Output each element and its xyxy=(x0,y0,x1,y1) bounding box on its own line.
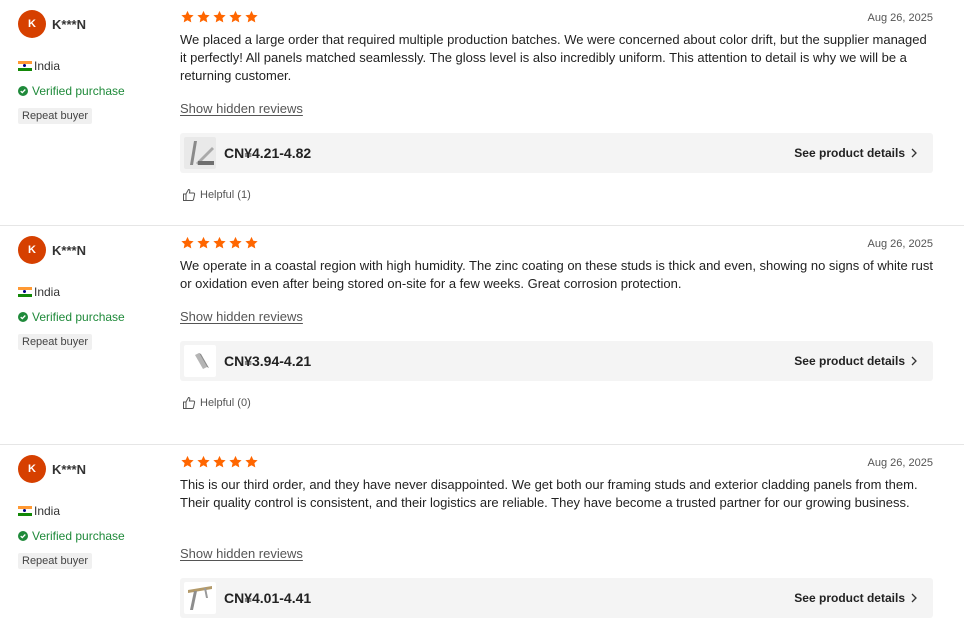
review-text: This is our third order, and they have n… xyxy=(180,477,918,510)
review-card: K K***N India Verified purchase Repeat b… xyxy=(0,444,964,638)
review-text: We placed a large order that required mu… xyxy=(180,32,927,83)
product-price: CN¥4.21-4.82 xyxy=(224,145,312,161)
india-flag-icon xyxy=(18,61,32,71)
star-icon xyxy=(181,236,194,249)
chevron-right-icon xyxy=(911,356,917,366)
product-card[interactable]: CN¥4.21-4.82 See product details xyxy=(180,133,933,173)
reviewer-info: K K***N India Verified purchase Repeat b… xyxy=(18,455,168,569)
reviewer-info: K K***N India Verified purchase Repeat b… xyxy=(18,236,168,350)
star-rating xyxy=(180,10,259,24)
review-card: K K***N India Verified purchase Repeat b… xyxy=(0,0,964,225)
verified-check-icon xyxy=(18,86,28,96)
star-rating xyxy=(180,455,259,469)
star-icon xyxy=(197,455,210,468)
star-icon xyxy=(245,455,258,468)
helpful-count: Helpful (1) xyxy=(200,189,251,201)
star-icon xyxy=(245,10,258,23)
product-price: CN¥4.01-4.41 xyxy=(224,590,312,606)
verified-check-icon xyxy=(18,531,28,541)
reviewer-country: India xyxy=(18,504,168,518)
verified-label: Verified purchase xyxy=(32,310,125,324)
see-product-details-link[interactable]: See product details xyxy=(794,146,917,160)
show-hidden-reviews-link[interactable]: Show hidden reviews xyxy=(180,101,303,116)
product-price: CN¥3.94-4.21 xyxy=(224,353,312,369)
reviewer-name: K***N xyxy=(52,16,86,32)
see-product-details-link[interactable]: See product details xyxy=(794,354,917,368)
star-icon xyxy=(197,236,210,249)
star-icon xyxy=(181,455,194,468)
verified-purchase: Verified purchase xyxy=(18,84,168,98)
verified-label: Verified purchase xyxy=(32,529,125,543)
reviewer-country: India xyxy=(18,285,168,299)
reviewer-info: K K***N India Verified purchase Repeat b… xyxy=(18,10,168,124)
country-label: India xyxy=(34,285,61,299)
see-product-details-label: See product details xyxy=(794,354,905,368)
thumbs-up-icon xyxy=(183,396,196,409)
country-label: India xyxy=(34,504,61,518)
review-card: K K***N India Verified purchase Repeat b… xyxy=(0,225,964,444)
chevron-right-icon xyxy=(911,148,917,158)
star-rating xyxy=(180,236,259,250)
see-product-details-label: See product details xyxy=(794,591,905,605)
steel-stud-icon xyxy=(184,137,216,169)
helpful-count: Helpful (0) xyxy=(200,397,251,409)
verified-purchase: Verified purchase xyxy=(18,529,168,543)
star-icon xyxy=(229,455,242,468)
show-hidden-reviews-link[interactable]: Show hidden reviews xyxy=(180,546,303,561)
chevron-right-icon xyxy=(911,593,917,603)
review-date: Aug 26, 2025 xyxy=(867,457,933,469)
reviewer-name: K***N xyxy=(52,242,86,258)
star-icon xyxy=(213,236,226,249)
helpful-button[interactable]: Helpful (0) xyxy=(182,396,251,410)
repeat-buyer-badge: Repeat buyer xyxy=(18,553,93,569)
thumbs-up-icon xyxy=(183,188,196,201)
reviewer-country: India xyxy=(18,59,168,73)
star-icon xyxy=(229,236,242,249)
india-flag-icon xyxy=(18,287,32,297)
repeat-buyer-badge: Repeat buyer xyxy=(18,108,93,124)
product-card[interactable]: CN¥3.94-4.21 See product details xyxy=(180,341,933,381)
star-icon xyxy=(213,10,226,23)
star-icon xyxy=(181,10,194,23)
star-icon xyxy=(245,236,258,249)
see-product-details-label: See product details xyxy=(794,146,905,160)
india-flag-icon xyxy=(18,506,32,516)
framing-stud-icon xyxy=(184,582,216,614)
reviewer-name: K***N xyxy=(52,461,86,477)
review-text: We operate in a coastal region with high… xyxy=(180,258,933,291)
country-label: India xyxy=(34,59,61,73)
star-icon xyxy=(229,10,242,23)
star-icon xyxy=(213,455,226,468)
review-date: Aug 26, 2025 xyxy=(867,238,933,250)
avatar: K xyxy=(18,455,46,483)
repeat-buyer-badge: Repeat buyer xyxy=(18,334,93,350)
avatar: K xyxy=(18,10,46,38)
review-date: Aug 26, 2025 xyxy=(867,12,933,24)
verified-check-icon xyxy=(18,312,28,322)
product-card[interactable]: CN¥4.01-4.41 See product details xyxy=(180,578,933,618)
star-icon xyxy=(197,10,210,23)
metal-profile-icon xyxy=(184,345,216,377)
verified-label: Verified purchase xyxy=(32,84,125,98)
see-product-details-link[interactable]: See product details xyxy=(794,591,917,605)
avatar: K xyxy=(18,236,46,264)
verified-purchase: Verified purchase xyxy=(18,310,168,324)
show-hidden-reviews-link[interactable]: Show hidden reviews xyxy=(180,309,303,324)
helpful-button[interactable]: Helpful (1) xyxy=(182,188,251,202)
